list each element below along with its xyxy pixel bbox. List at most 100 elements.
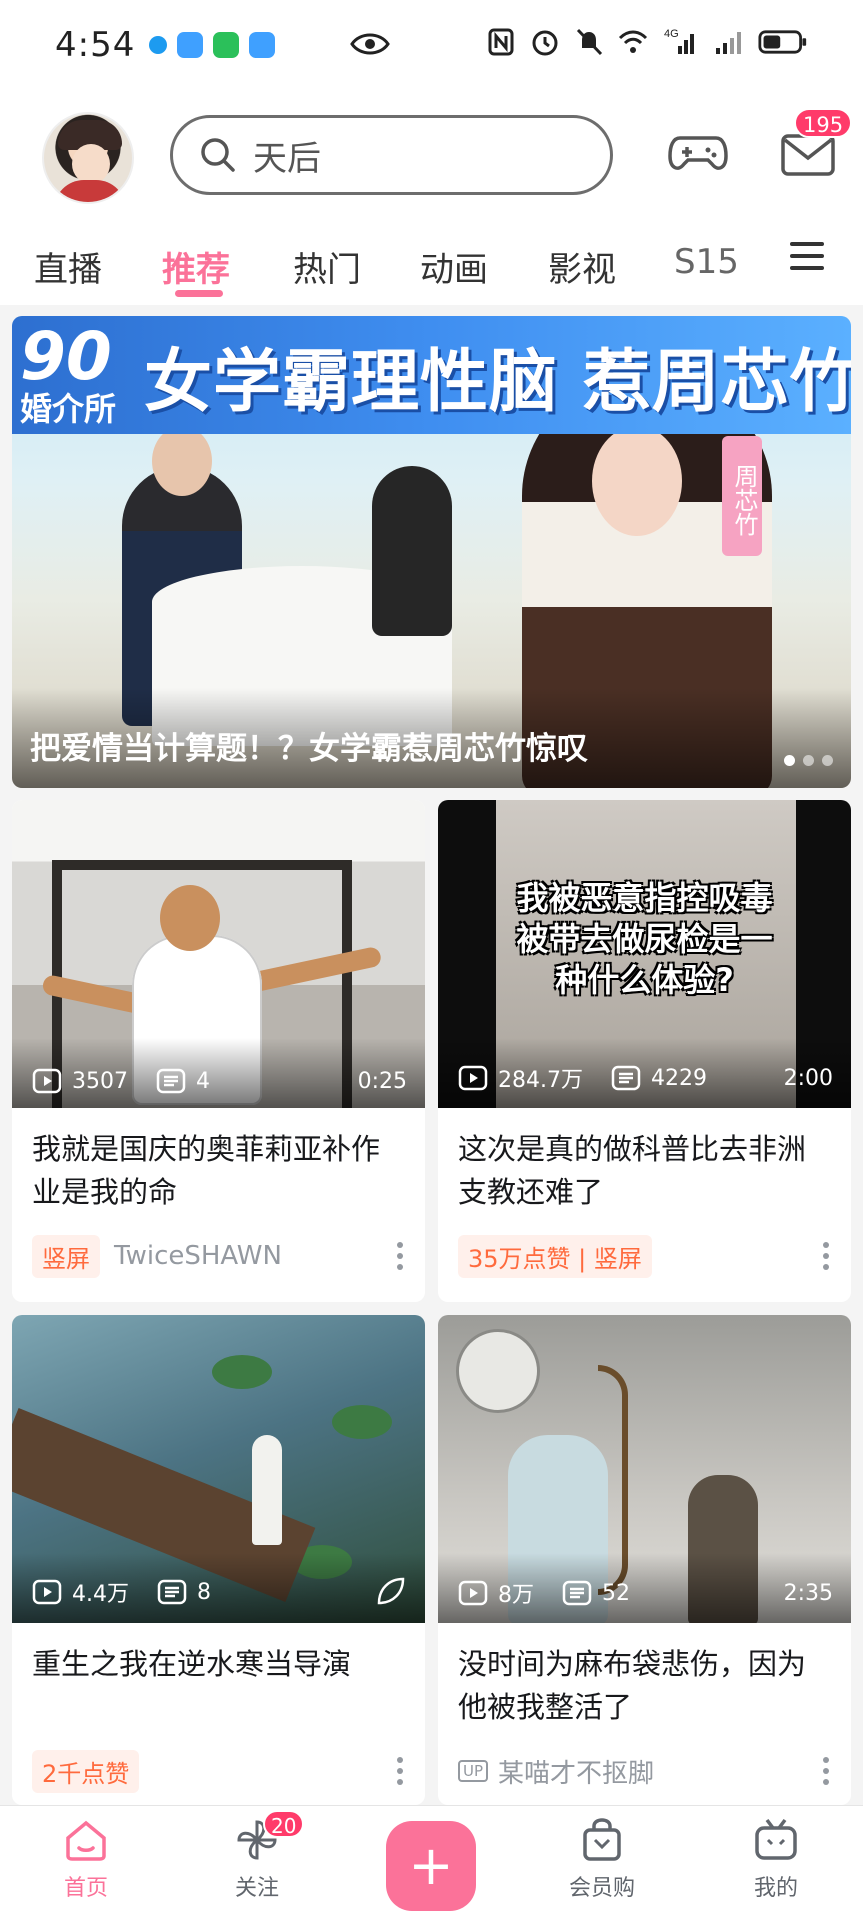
signal-bars-icon [716,32,741,54]
banner-side-tag: 周芯竹 [722,436,762,556]
nav-home-label: 首页 [63,1876,108,1901]
tv-icon [755,1818,797,1860]
status-right-icons: 4G [486,26,808,58]
video-thumbnail[interactable]: 4.4万 8 [12,1315,425,1623]
banner-dot-1 [784,755,795,766]
video-card[interactable]: 8万 52 2:35 没时间为麻布袋悲伤，因为他被我整活了 UP 某喵才不抠脚 [438,1315,851,1805]
nav-following[interactable]: 20 关注 [197,1810,317,1902]
alarm-icon [532,30,558,56]
view-count: 3507 [72,1068,128,1094]
video-author[interactable]: TwiceSHAWN [114,1241,282,1271]
video-stats: 8万 52 2:35 [458,1577,833,1609]
banner-headline: 女学霸理性脑 惹周芯竹惊叹 [144,343,851,422]
publish-button[interactable]: + [386,1821,476,1911]
danmaku-icon [611,1065,641,1091]
video-author[interactable]: 某喵才不抠脚 [498,1753,654,1790]
user-avatar[interactable] [42,112,134,204]
nav-profile[interactable]: 我的 [716,1816,836,1902]
nav-following-label: 关注 [234,1876,279,1901]
more-options-icon[interactable] [397,1242,405,1270]
video-thumbnail[interactable]: 8万 52 2:35 [438,1315,851,1623]
banner-title-strip: 90 婚介所 女学霸理性脑 惹周芯竹惊叹 [12,316,851,434]
cellular-signal-icon: 4G [664,28,694,54]
video-tag: 2千点赞 [32,1749,140,1793]
video-card[interactable]: 4.4万 8 重生之我在逆水寒当导演 2千点赞 [12,1315,425,1805]
messages-button[interactable]: 195 [780,108,853,178]
video-title[interactable]: 我就是国庆的奥菲莉亚补作业是我的命 [12,1108,425,1220]
notification-message-icon [177,32,204,58]
video-card[interactable]: 我被恶意指控吸毒被带去做尿检是一种什么体验? 284.7万 4229 2:00 … [438,800,851,1302]
view-count: 8万 [498,1583,534,1608]
banner-show-logo: 90 婚介所 [20,322,140,432]
video-title[interactable]: 这次是真的做科普比去非洲支教还难了 [438,1108,851,1220]
active-tab-indicator [175,290,223,297]
nav-member-shop[interactable]: 会员购 [542,1816,662,1902]
video-thumbnail[interactable]: 3507 4 0:25 [12,800,425,1108]
video-thumbnail[interactable]: 我被恶意指控吸毒被带去做尿检是一种什么体验? 284.7万 4229 2:00 [438,800,851,1108]
tab-live[interactable]: 直播 [34,242,102,291]
banner-logo-number: 90 [20,318,112,395]
video-title[interactable]: 重生之我在逆水寒当导演 [12,1623,425,1735]
danmaku-count: 4229 [650,1065,707,1091]
notification-cloud-icon [249,32,276,58]
top-header: 天后 195 直播 推荐 热门 动画 影视 S15 [0,90,863,305]
search-bar[interactable]: 天后 [170,115,613,195]
game-controller-icon[interactable] [668,128,728,178]
danmaku-count: 4 [196,1068,210,1094]
play-count-icon [32,1068,62,1094]
play-count-icon [458,1065,488,1091]
mail-badge: 195 [794,108,853,138]
battery-icon [758,30,807,54]
up-badge: UP [458,1760,489,1782]
tab-popular[interactable]: 热门 [293,242,361,291]
status-bar: 4:54 4G [0,0,863,90]
avatar-face [72,144,110,184]
shopping-bag-icon [583,1818,621,1861]
eye-icon [350,33,390,55]
video-stats: 284.7万 4229 2:00 [458,1062,833,1094]
video-meta: 竖屏 TwiceSHAWN [12,1220,425,1298]
danmaku-icon [157,1579,187,1605]
video-duration: 0:25 [357,1068,407,1094]
avatar-robe [54,180,126,202]
video-meta: 2千点赞 [12,1735,425,1805]
danmaku-count: 52 [602,1580,630,1606]
more-options-icon[interactable] [823,1757,831,1785]
danmaku-icon [156,1068,186,1094]
tab-recommend[interactable]: 推荐 [162,242,230,291]
banner-caption: 把爱情当计算题！？女学霸惹周芯竹惊叹 [30,731,588,767]
nav-home[interactable]: 首页 [26,1816,146,1902]
video-duration: 2:00 [783,1065,833,1091]
view-count: 284.7万 [498,1068,583,1093]
tab-animation[interactable]: 动画 [420,242,488,291]
banner-pagination [784,755,833,766]
banner-logo-text: 婚介所 [20,390,117,428]
plus-icon: + [408,1834,454,1897]
tab-film[interactable]: 影视 [548,242,616,291]
banner-carousel[interactable]: 周芯竹 90 婚介所 女学霸理性脑 惹周芯竹惊叹 把爱情当计算题！？女学霸惹周芯… [12,316,851,788]
banner-figure-woman [372,466,452,636]
view-count: 4.4万 [72,1582,129,1607]
video-meta: 35万点赞 | 竖屏 [438,1220,851,1298]
video-tag: 35万点赞 | 竖屏 [458,1234,652,1278]
nav-profile-label: 我的 [753,1876,798,1901]
home-icon [66,1820,106,1861]
app-root: 4:54 4G 天后 195 直播 推荐 热门 动画 影视 S15 周芯竹 90… [0,0,863,1920]
network-type-label: 4G [664,28,679,40]
video-card[interactable]: 3507 4 0:25 我就是国庆的奥菲莉亚补作业是我的命 竖屏 TwiceSH… [12,800,425,1302]
bottom-navigation: 首页 20 关注 + 会员购 我的 [0,1805,863,1920]
channel-menu-icon[interactable] [790,242,824,272]
more-options-icon[interactable] [823,1242,831,1270]
tab-s15[interactable]: S15 [674,242,739,282]
video-tag: 竖屏 [32,1234,100,1278]
banner-dot-3 [822,755,833,766]
banner-dot-2 [803,755,814,766]
status-app-icons [149,32,276,58]
wifi-icon [618,30,648,53]
more-options-icon[interactable] [397,1757,405,1785]
notification-wechat-icon [213,32,240,58]
video-title[interactable]: 没时间为麻布袋悲伤，因为他被我整活了 [438,1623,851,1735]
nav-member-shop-label: 会员购 [568,1876,635,1901]
play-count-icon [458,1580,488,1606]
thumbnail-overlay-text: 我被恶意指控吸毒被带去做尿检是一种什么体验? [516,879,773,999]
